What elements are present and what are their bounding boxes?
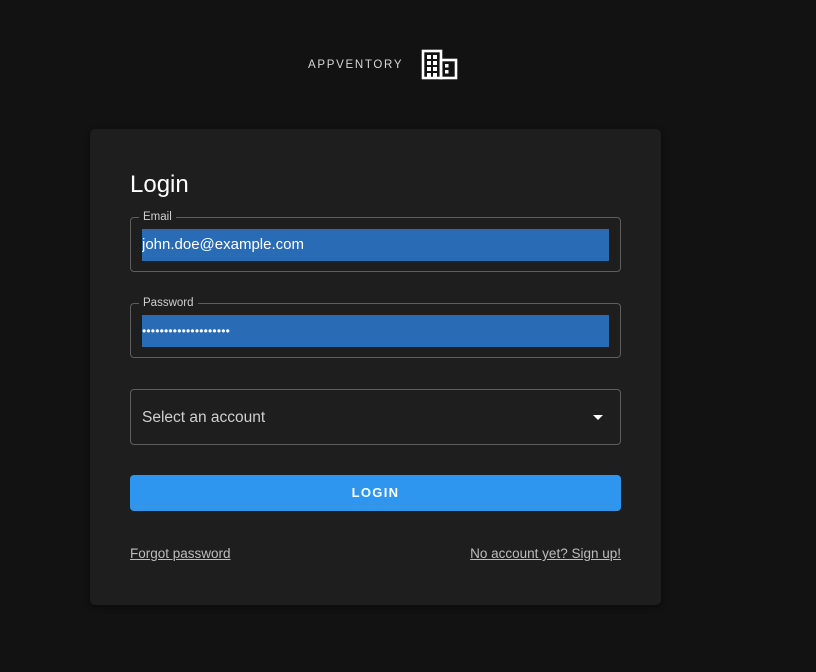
login-card: Login Email Password •••••••••••••••••••… — [90, 129, 661, 605]
brand-name: APPVENTORY — [308, 59, 404, 71]
account-select-placeholder: Select an account — [142, 409, 266, 426]
password-label: Password — [139, 296, 198, 310]
password-input[interactable]: •••••••••••••••••••• — [142, 315, 609, 347]
email-label: Email — [139, 210, 176, 224]
dropdown-arrow-icon — [593, 415, 603, 420]
app-header: APPVENTORY — [0, 0, 816, 100]
signup-link[interactable]: No account yet? Sign up! — [470, 546, 621, 561]
email-input[interactable] — [142, 229, 609, 261]
password-field[interactable]: Password •••••••••••••••••••• — [130, 296, 621, 358]
login-title: Login — [130, 171, 189, 198]
login-button[interactable]: LOGIN — [130, 475, 621, 511]
forgot-password-link[interactable]: Forgot password — [130, 546, 231, 561]
building-icon — [421, 49, 458, 80]
email-field[interactable]: Email — [130, 210, 621, 272]
account-select[interactable]: Select an account — [130, 389, 621, 445]
